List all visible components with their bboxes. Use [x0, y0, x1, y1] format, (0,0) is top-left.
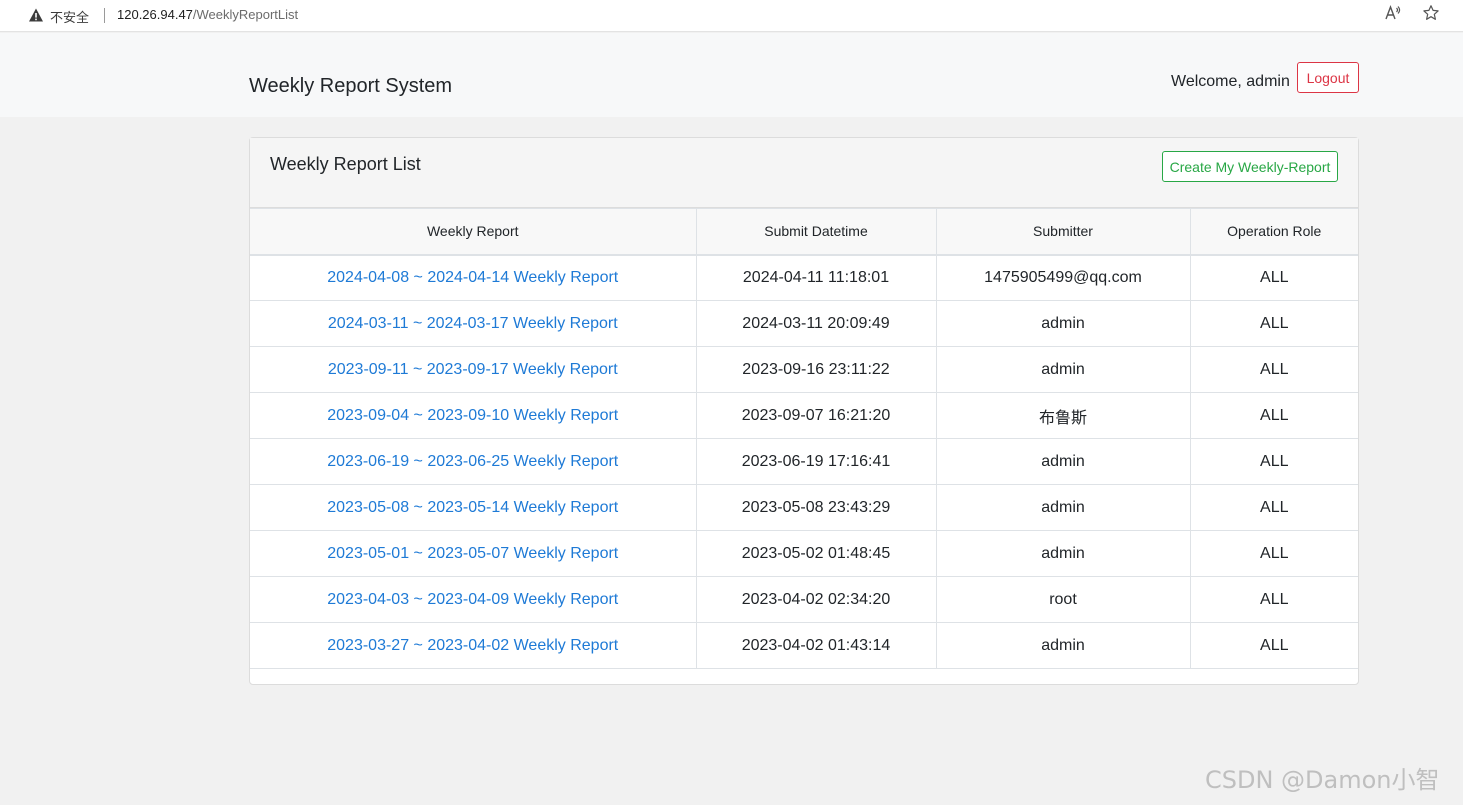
submitter-cell: admin	[935, 346, 1191, 393]
datetime-cell: 2023-06-19 17:16:41	[695, 438, 937, 485]
read-aloud-icon[interactable]	[1384, 4, 1402, 22]
url-host: 120.26.94.47	[117, 7, 193, 22]
create-report-button[interactable]: Create My Weekly-Report	[1162, 151, 1338, 182]
card-header: Weekly Report List Create My Weekly-Repo…	[250, 138, 1358, 208]
role-cell: ALL	[1189, 484, 1358, 531]
column-header-datetime: Submit Datetime	[695, 208, 937, 256]
table-row: 2023-09-04 ~ 2023-09-10 Weekly Report 20…	[250, 392, 1358, 439]
role-cell: ALL	[1189, 254, 1358, 301]
column-header-submitter: Submitter	[935, 208, 1191, 256]
report-cell: 2023-05-08 ~ 2023-05-14 Weekly Report	[250, 484, 697, 531]
report-cell: 2023-05-01 ~ 2023-05-07 Weekly Report	[250, 530, 697, 577]
datetime-cell: 2023-09-16 23:11:22	[695, 346, 937, 393]
report-link[interactable]: 2024-04-08 ~ 2024-04-14 Weekly Report	[327, 269, 618, 286]
column-header-report: Weekly Report	[250, 208, 697, 256]
table-row: 2023-06-19 ~ 2023-06-25 Weekly Report 20…	[250, 438, 1358, 485]
table-row: 2024-03-11 ~ 2024-03-17 Weekly Report 20…	[250, 300, 1358, 347]
role-cell: ALL	[1189, 622, 1358, 669]
report-link[interactable]: 2023-05-08 ~ 2023-05-14 Weekly Report	[327, 499, 618, 516]
submitter-cell: 1475905499@qq.com	[935, 254, 1191, 301]
watermark: CSDN @Damon小智	[1205, 766, 1440, 794]
report-cell: 2023-09-11 ~ 2023-09-17 Weekly Report	[250, 346, 697, 393]
table-row: 2023-09-11 ~ 2023-09-17 Weekly Report 20…	[250, 346, 1358, 393]
report-link[interactable]: 2023-06-19 ~ 2023-06-25 Weekly Report	[327, 453, 618, 470]
column-header-role: Operation Role	[1189, 208, 1358, 256]
role-cell: ALL	[1189, 530, 1358, 577]
datetime-cell: 2024-04-11 11:18:01	[695, 254, 937, 301]
role-cell: ALL	[1189, 576, 1358, 623]
submitter-cell: admin	[935, 438, 1191, 485]
report-table: Weekly Report Submit Datetime Submitter …	[250, 208, 1358, 669]
logout-button[interactable]: Logout	[1297, 62, 1359, 93]
browser-address-bar: 不安全 120.26.94.47/WeeklyReportList	[0, 0, 1463, 32]
table-row: 2023-05-01 ~ 2023-05-07 Weekly Report 20…	[250, 530, 1358, 577]
table-row: 2023-04-03 ~ 2023-04-09 Weekly Report 20…	[250, 576, 1358, 623]
table-row: 2024-04-08 ~ 2024-04-14 Weekly Report 20…	[250, 254, 1358, 301]
card-title: Weekly Report List	[270, 154, 421, 174]
datetime-cell: 2023-09-07 16:21:20	[695, 392, 937, 439]
url-box[interactable]: 不安全 120.26.94.47/WeeklyReportList	[10, 2, 1460, 28]
warning-triangle-icon[interactable]	[28, 7, 44, 23]
report-cell: 2024-03-11 ~ 2024-03-17 Weekly Report	[250, 300, 697, 347]
report-cell: 2023-09-04 ~ 2023-09-10 Weekly Report	[250, 392, 697, 439]
datetime-cell: 2023-05-08 23:43:29	[695, 484, 937, 531]
url-path: /WeeklyReportList	[192, 7, 299, 22]
table-row: 2023-03-27 ~ 2023-04-02 Weekly Report 20…	[250, 622, 1358, 669]
brand-title[interactable]: Weekly Report System	[249, 75, 452, 98]
submitter-cell: admin	[935, 484, 1191, 531]
report-link[interactable]: 2024-03-11 ~ 2024-03-17 Weekly Report	[328, 315, 618, 332]
welcome-text: Welcome, admin	[1171, 73, 1290, 90]
table-header-row: Weekly Report Submit Datetime Submitter …	[250, 208, 1358, 256]
report-cell: 2023-04-03 ~ 2023-04-09 Weekly Report	[250, 576, 697, 623]
insecure-label[interactable]: 不安全	[50, 7, 89, 26]
report-list-card: Weekly Report List Create My Weekly-Repo…	[249, 137, 1359, 685]
report-link[interactable]: 2023-04-03 ~ 2023-04-09 Weekly Report	[327, 591, 618, 608]
datetime-cell: 2023-05-02 01:48:45	[695, 530, 937, 577]
report-cell: 2024-04-08 ~ 2024-04-14 Weekly Report	[250, 254, 697, 301]
submitter-cell: admin	[935, 530, 1191, 577]
submitter-cell: 布鲁斯	[935, 392, 1191, 439]
role-cell: ALL	[1189, 300, 1358, 347]
report-link[interactable]: 2023-09-04 ~ 2023-09-10 Weekly Report	[327, 407, 618, 424]
site-header: Weekly Report System Welcome, admin Logo…	[0, 33, 1463, 117]
report-link[interactable]: 2023-09-11 ~ 2023-09-17 Weekly Report	[328, 361, 618, 378]
url-text[interactable]: 120.26.94.47/WeeklyReportList	[117, 7, 298, 22]
role-cell: ALL	[1189, 392, 1358, 439]
submitter-cell: admin	[935, 622, 1191, 669]
submitter-cell: root	[935, 576, 1191, 623]
report-cell: 2023-06-19 ~ 2023-06-25 Weekly Report	[250, 438, 697, 485]
role-cell: ALL	[1189, 438, 1358, 485]
url-separator	[104, 8, 105, 23]
datetime-cell: 2023-04-02 01:43:14	[695, 622, 937, 669]
report-link[interactable]: 2023-03-27 ~ 2023-04-02 Weekly Report	[327, 637, 618, 654]
datetime-cell: 2023-04-02 02:34:20	[695, 576, 937, 623]
star-icon[interactable]	[1422, 4, 1440, 22]
report-link[interactable]: 2023-05-01 ~ 2023-05-07 Weekly Report	[327, 545, 618, 562]
submitter-cell: admin	[935, 300, 1191, 347]
role-cell: ALL	[1189, 346, 1358, 393]
report-cell: 2023-03-27 ~ 2023-04-02 Weekly Report	[250, 622, 697, 669]
table-row: 2023-05-08 ~ 2023-05-14 Weekly Report 20…	[250, 484, 1358, 531]
datetime-cell: 2024-03-11 20:09:49	[695, 300, 937, 347]
